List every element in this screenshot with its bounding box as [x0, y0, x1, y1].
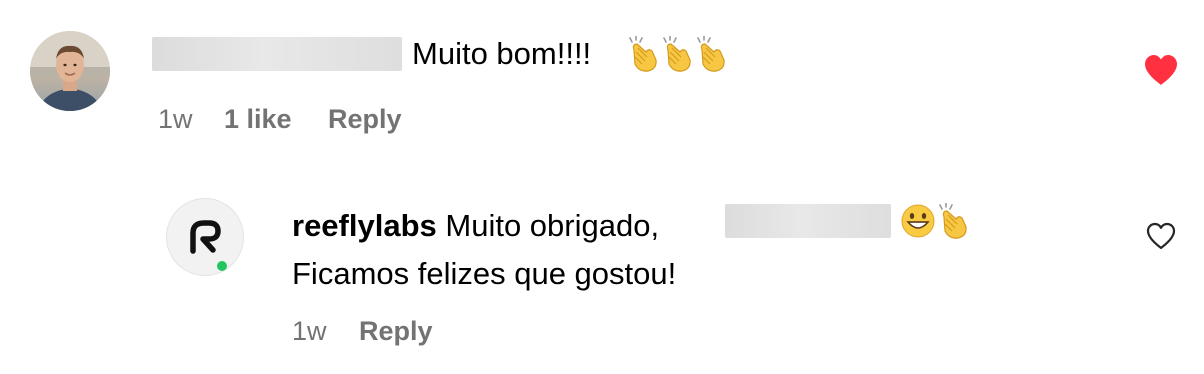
reply-username-link[interactable]: reeflylabs [292, 208, 437, 243]
clapping-hands-icon [936, 203, 970, 239]
clapping-hands-icon [626, 36, 660, 72]
clapping-hands-icon [694, 36, 728, 72]
comment-emoji-row [626, 34, 728, 74]
reply-line-1: reeflylabs Muito obrigado, [292, 202, 676, 250]
grinning-face-icon [900, 203, 936, 239]
reply-button[interactable]: Reply [328, 102, 402, 136]
reeflylabs-logo-icon [190, 220, 227, 271]
reply-button[interactable]: Reply [359, 314, 433, 348]
redacted-username [152, 37, 402, 71]
redacted-mention [725, 204, 891, 238]
heart-outline-icon[interactable] [1145, 222, 1177, 250]
reply-timestamp: 1w [292, 316, 327, 346]
user-avatar-photo [30, 31, 110, 111]
comment-timestamp: 1w [158, 104, 193, 134]
avatar[interactable] [30, 31, 110, 111]
heart-filled-icon[interactable] [1143, 54, 1179, 86]
comment-item: Muito bom!!!! 1w 1 like Reply [0, 0, 1204, 160]
comment-text: Muito bom!!!! [412, 36, 592, 71]
reply-text-line-1: Muito obrigado, [445, 208, 660, 243]
like-count-button[interactable]: 1 like [224, 102, 292, 136]
clapping-hands-icon [660, 36, 694, 72]
reply-emoji-row [900, 201, 970, 241]
reply-text-block: reeflylabs Muito obrigado, Ficamos feliz… [292, 202, 676, 298]
brand-avatar[interactable] [166, 198, 244, 276]
reply-text-line-2: Ficamos felizes que gostou! [292, 256, 677, 291]
